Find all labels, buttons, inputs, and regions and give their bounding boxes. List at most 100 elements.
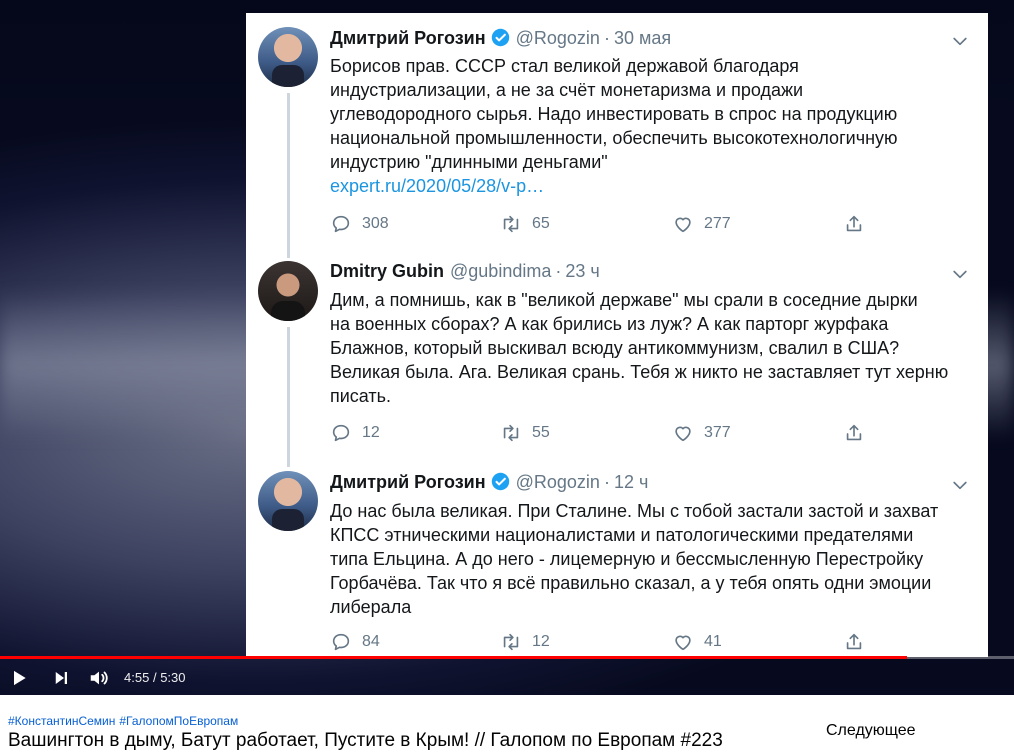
- reply-button[interactable]: 12: [330, 421, 380, 445]
- share-button[interactable]: [843, 421, 875, 445]
- like-count: 41: [704, 633, 722, 650]
- duration: 5:30: [160, 670, 186, 685]
- tweet-text-line: КПСС этническими националистами и патоло…: [330, 525, 914, 545]
- video-hashtags: #КонстантинСемин #ГалопомПоЕвропам: [8, 714, 242, 728]
- like-count: 277: [704, 215, 731, 232]
- tweet-text: До нас была великая. При Сталине. Мы с т…: [330, 499, 970, 619]
- thread-line: [287, 93, 290, 258]
- retweet-icon: [503, 633, 519, 651]
- progress-bar[interactable]: [0, 656, 1014, 659]
- tweet-text-line: типа Ельцина. А до него - лицемерную и б…: [330, 549, 924, 569]
- play-icon: [14, 670, 26, 685]
- time-display: 4:55 / 5:30: [124, 670, 186, 685]
- like-button[interactable]: 277: [672, 212, 731, 236]
- like-button[interactable]: 41: [672, 630, 722, 654]
- chevron-down-icon[interactable]: [950, 264, 970, 284]
- retweet-icon: [503, 215, 519, 233]
- separator-dot: ·: [603, 472, 610, 492]
- reply-icon: [332, 215, 350, 233]
- tweet-text-line: на военных сборах? А как брились из луж?…: [330, 314, 889, 334]
- author-name[interactable]: Дмитрий Рогозин: [330, 28, 486, 48]
- retweet-button[interactable]: 65: [500, 212, 550, 236]
- reply-icon: [332, 633, 350, 651]
- retweet-count: 12: [532, 633, 550, 650]
- tweet-text-line: Дим, а помнишь, как в "великой державе" …: [330, 290, 918, 310]
- author-handle[interactable]: @Rogozin: [516, 472, 600, 492]
- hashtag-link[interactable]: #КонстантинСемин: [8, 714, 115, 728]
- tweet-thread-card: Дмитрий Рогозин @Rogozin · 30 мая Борисов п…: [246, 13, 988, 657]
- tweet-header: Дмитрий Рогозин @Rogozin · 30 мая: [330, 28, 671, 52]
- play-button[interactable]: [8, 667, 30, 689]
- share-icon: [846, 633, 862, 650]
- tweet-text-line: Горбачёва. Так что я всё правильно сказа…: [330, 573, 932, 593]
- tweet-time[interactable]: 12 ч: [614, 472, 648, 492]
- tweet-actions: 308 65 277: [330, 212, 950, 236]
- thread-line: [287, 327, 290, 467]
- current-time: 4:55: [124, 670, 150, 685]
- reply-count: 84: [362, 633, 380, 650]
- tweet-text-line: До нас была великая. При Сталине. Мы с т…: [330, 501, 939, 521]
- progress-played: [0, 656, 907, 659]
- tweet-text: Дим, а помнишь, как в "великой державе" …: [330, 288, 970, 408]
- tweet-header: Дмитрий Рогозин @Rogozin · 12 ч: [330, 472, 648, 496]
- separator-dot: ·: [555, 261, 562, 281]
- tweet-text-line: индустриализации, а не за счёт монетариз…: [330, 80, 804, 100]
- tweet-text-line: индустрию "длинными деньгами": [330, 152, 608, 172]
- tweet-text-line: либерала: [330, 597, 412, 617]
- video-title: Вашингтон в дыму, Батут работает, Пустит…: [8, 730, 723, 751]
- avatar-rogozin[interactable]: [258, 27, 318, 87]
- tweet-text-line: писать.: [330, 386, 392, 406]
- tweet-text-line: Блажнов, который выскивал всюду антикомм…: [330, 338, 900, 358]
- tweet-text-line: углеводородного сырья. Надо инвестироват…: [330, 104, 898, 124]
- author-handle[interactable]: @Rogozin: [516, 28, 600, 48]
- tweet-actions: 12 55 377: [330, 421, 950, 445]
- volume-button[interactable]: [88, 667, 110, 689]
- next-button[interactable]: [50, 667, 72, 689]
- tweet-text-line: Великая была. Ага. Великая срань. Тебя ж…: [330, 362, 949, 382]
- tweet-text: Борисов прав. СССР стал великой державой…: [330, 54, 970, 198]
- player-controls: 4:55 / 5:30: [0, 660, 1014, 695]
- volume-icon: [90, 671, 108, 684]
- heart-icon: [675, 635, 691, 651]
- tweet-header: Dmitry Gubin @gubindima · 23 ч: [330, 261, 600, 285]
- author-name[interactable]: Дмитрий Рогозин: [330, 472, 486, 492]
- tweet-2: Dmitry Gubin @gubindima · 23 ч Дим, а помни…: [246, 257, 988, 467]
- retweet-button[interactable]: 55: [500, 421, 550, 445]
- verified-badge-icon: [491, 472, 509, 491]
- like-button[interactable]: 377: [672, 421, 731, 445]
- tweet-actions: 84 12 41: [330, 630, 950, 654]
- time-separator: /: [152, 670, 157, 685]
- retweet-count: 65: [532, 215, 550, 232]
- heart-icon: [675, 217, 691, 233]
- up-next-label: Следующее: [826, 722, 916, 739]
- share-button[interactable]: [843, 630, 875, 654]
- reply-button[interactable]: 308: [330, 212, 389, 236]
- tweet-link[interactable]: expert.ru/2020/05/28/v-p…: [330, 174, 970, 198]
- avatar-gubin[interactable]: [258, 261, 318, 321]
- verified-badge-icon: [491, 28, 509, 47]
- chevron-down-icon[interactable]: [950, 475, 970, 495]
- tweet-text-line: национальной промышленности, обеспечить …: [330, 128, 898, 148]
- reply-icon: [332, 424, 350, 442]
- retweet-count: 55: [532, 424, 550, 441]
- share-icon: [846, 215, 862, 232]
- tweet-time[interactable]: 30 мая: [614, 28, 671, 48]
- retweet-icon: [503, 424, 519, 442]
- tweet-3: Дмитрий Рогозин @Rogozin · 12 ч До нас была…: [246, 465, 988, 657]
- author-handle[interactable]: @gubindima: [450, 261, 551, 281]
- heart-icon: [675, 426, 691, 442]
- hashtag-link[interactable]: #ГалопомПоЕвропам: [119, 714, 238, 728]
- next-icon: [55, 671, 67, 684]
- author-name[interactable]: Dmitry Gubin: [330, 261, 444, 281]
- tweet-time[interactable]: 23 ч: [565, 261, 599, 281]
- reply-button[interactable]: 84: [330, 630, 380, 654]
- share-button[interactable]: [843, 212, 875, 236]
- avatar-rogozin[interactable]: [258, 471, 318, 531]
- chevron-down-icon[interactable]: [950, 31, 970, 51]
- reply-count: 308: [362, 215, 389, 232]
- tweet-text-line: Борисов прав. СССР стал великой державой…: [330, 56, 799, 76]
- retweet-button[interactable]: 12: [500, 630, 550, 654]
- reply-count: 12: [362, 424, 380, 441]
- share-icon: [846, 424, 862, 441]
- like-count: 377: [704, 424, 731, 441]
